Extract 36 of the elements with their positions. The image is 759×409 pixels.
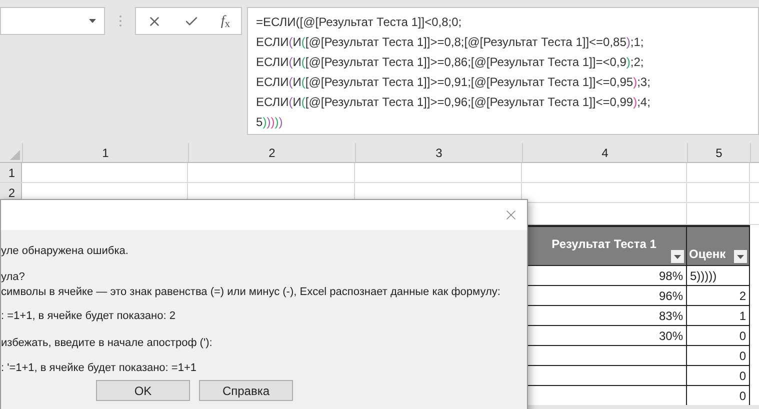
table-cell: 0: [687, 386, 750, 405]
table-cell: 0: [687, 326, 750, 345]
filter-caret-icon: [674, 254, 681, 258]
formula-line: =ЕСЛИ([@[Результат Теста 1]]<0,8;0;: [256, 14, 462, 31]
table-cell: 2: [687, 286, 750, 305]
dialog-text: : '=1+1, в ячейке будет показано: =1+1: [1, 361, 196, 376]
table-cell: 0: [687, 346, 750, 365]
column-header[interactable]: 5: [687, 143, 750, 162]
column-header[interactable]: 2: [188, 143, 355, 162]
drag-handle-icon[interactable]: [118, 15, 122, 27]
table-cell: 5))))): [687, 266, 750, 285]
dialog-text: избежать, введите в начале апостроф ('):: [1, 336, 212, 351]
insert-function-button[interactable]: f$_{x}$: [220, 10, 230, 32]
column-header[interactable]: 3: [355, 143, 522, 162]
formula-line: ЕСЛИ(И([@[Результат Теста 1]]>=0,8;[@[Результат Теста 1]]<=0,85);1;: [256, 34, 644, 51]
filter-button[interactable]: [734, 250, 747, 263]
column-header[interactable]: 4: [522, 143, 687, 162]
filter-caret-icon: [737, 254, 744, 258]
formula-line: 5))))): [256, 114, 283, 131]
dialog-text: : =1+1, в ячейке будет показано: 2: [1, 309, 176, 324]
formula-line: ЕСЛИ(И([@[Результат Теста 1]]>=0,91;[@[Результат Теста 1]]<=0,95);3;: [256, 74, 650, 91]
dialog-text: ула?: [1, 270, 25, 285]
dialog-text: уле обнаружена ошибка.: [1, 244, 128, 259]
table-header: Оценк: [687, 227, 750, 265]
formula-line: ЕСЛИ(И([@[Результат Теста 1]]>=0,96;[@[Результат Теста 1]]<=0,99);4;: [256, 94, 650, 111]
dialog-button[interactable]: Справка: [199, 380, 293, 401]
filter-button[interactable]: [671, 250, 684, 263]
dialog-text: символы в ячейке — это знак равенства (=) или минус (-), Excel распознает данные как формулу:: [1, 285, 500, 300]
row-header[interactable]: 1: [0, 163, 22, 182]
dialog-button[interactable]: OK: [96, 380, 190, 401]
table-cell: 1: [687, 306, 750, 325]
formula-line: ЕСЛИ(И([@[Результат Теста 1]]>=0,86;[@[Результат Теста 1]]=<0,9);2;: [256, 54, 644, 71]
formula-field[interactable]: [247, 7, 759, 135]
column-header[interactable]: 1: [22, 143, 188, 162]
table-cell: 0: [687, 366, 750, 385]
dropdown-caret-icon: [89, 19, 96, 23]
